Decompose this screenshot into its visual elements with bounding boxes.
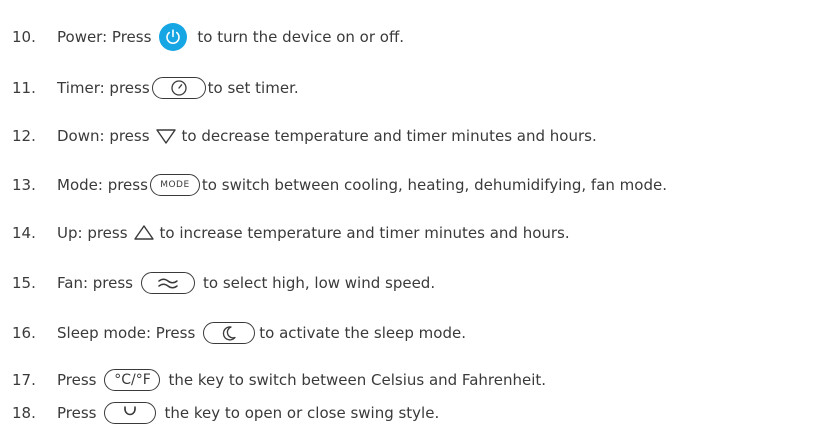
timer-icon — [151, 77, 206, 99]
triangle-down-icon — [154, 127, 178, 145]
instruction-list: 10. Power: Press to turn the device on o… — [0, 0, 840, 432]
item-number: 14. — [12, 224, 36, 242]
item-number: 13. — [12, 176, 36, 194]
item-text-after: to set timer. — [207, 79, 299, 97]
mode-key: MODE — [149, 174, 200, 196]
item-number: 12. — [12, 127, 36, 145]
item-text-after: to select high, low wind speed. — [203, 274, 436, 292]
item-text-before: Fan: press — [57, 274, 133, 292]
item-number: 17. — [12, 371, 36, 389]
item-text-before: Sleep mode: Press — [57, 324, 196, 342]
fan-speed-icon — [141, 272, 195, 294]
item-number: 10. — [12, 28, 36, 46]
item-number: 18. — [12, 404, 36, 422]
triangle-up-icon — [132, 224, 156, 242]
mode-key-label: MODE — [160, 180, 190, 190]
item-number: 11. — [12, 79, 36, 97]
item-text-after: the key to open or close swing style. — [164, 404, 440, 422]
item-text-after: the key to switch between Celsius and Fa… — [168, 371, 547, 389]
item-text-before: Down: press — [57, 127, 150, 145]
celsius-fahrenheit-key-label: °C/°F — [114, 372, 151, 388]
power-icon — [159, 23, 188, 51]
item-text-before: Press — [57, 404, 97, 422]
item-text-before: Power: Press — [57, 28, 152, 46]
item-text-after: to turn the device on or off. — [197, 28, 405, 46]
swing-icon — [104, 402, 157, 424]
item-text-before: Press — [57, 371, 97, 389]
item-text-before: Up: press — [57, 224, 128, 242]
item-number: 16. — [12, 324, 36, 342]
item-text-before: Mode: press — [57, 176, 148, 194]
item-text-after: to activate the sleep mode. — [259, 324, 466, 342]
item-text-after: to decrease temperature and timer minute… — [181, 127, 597, 145]
moon-icon — [203, 322, 256, 344]
item-number: 15. — [12, 274, 36, 292]
item-text-after: to switch between cooling, heating, dehu… — [201, 176, 667, 194]
item-text-before: Timer: press — [57, 79, 150, 97]
celsius-fahrenheit-key: °C/°F — [104, 369, 161, 391]
item-text-after: to increase temperature and timer minute… — [159, 224, 570, 242]
